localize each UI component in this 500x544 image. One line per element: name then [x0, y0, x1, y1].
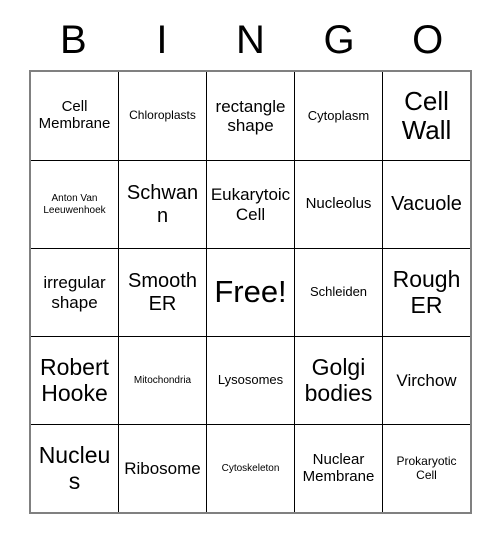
bingo-cell-label: Cytoskeleton	[221, 462, 280, 474]
bingo-cell-label: Smooth ER	[128, 270, 197, 315]
bingo-cell-i4[interactable]: Mitochondria	[118, 336, 206, 424]
bingo-cell-o3[interactable]: Rough ER	[382, 248, 470, 336]
bingo-cell-free-space[interactable]: Free!	[206, 248, 294, 336]
bingo-header-letter-o: O	[412, 17, 444, 62]
bingo-cell-b4[interactable]: Robert Hooke	[31, 336, 118, 424]
bingo-cell-label: Schwann	[126, 182, 199, 227]
bingo-cell-label: Lysosomes	[217, 372, 284, 388]
bingo-header-row: B I N G O	[29, 11, 472, 70]
bingo-cell-label: Cell Membrane	[38, 98, 111, 132]
bingo-cell-label: Mitochondria	[133, 374, 192, 386]
bingo-cell-label: Prokaryotic Cell	[396, 454, 457, 482]
bingo-cell-i1[interactable]: Chloroplasts	[118, 72, 206, 160]
bingo-cell-label: Cell Wall	[401, 85, 452, 145]
bingo-cell-b2[interactable]: Anton Van Leeuwenhoek	[31, 160, 118, 248]
bingo-cell-g3[interactable]: Schleiden	[294, 248, 382, 336]
bingo-cell-o4[interactable]: Virchow	[382, 336, 470, 424]
bingo-cell-label: Vacuole	[391, 193, 462, 216]
bingo-cell-label: Schleiden	[309, 284, 368, 300]
bingo-cell-i2[interactable]: Schwann	[118, 160, 206, 248]
bingo-cell-b1[interactable]: Cell Membrane	[31, 72, 118, 160]
bingo-cell-label: Virchow	[396, 370, 457, 390]
bingo-cell-o2[interactable]: Vacuole	[382, 160, 470, 248]
bingo-cell-n1[interactable]: rectangle shape	[206, 72, 294, 160]
bingo-cell-b3[interactable]: irregular shape	[31, 248, 118, 336]
bingo-row-4: Robert Hooke Mitochondria Lysosomes Golg…	[31, 336, 470, 424]
bingo-cell-g5[interactable]: Nuclear Membrane	[294, 424, 382, 512]
bingo-row-3: irregular shape Smooth ER Free! Schleide…	[31, 248, 470, 336]
bingo-cell-label: Golgi bodies	[304, 353, 373, 406]
bingo-cell-i5[interactable]: Ribosome	[118, 424, 206, 512]
bingo-cell-label: Nucleolus	[305, 195, 372, 213]
bingo-cell-g2[interactable]: Nucleolus	[294, 160, 382, 248]
bingo-cell-label: Chloroplasts	[129, 108, 196, 123]
bingo-free-space-label: Free!	[214, 274, 287, 310]
bingo-cell-label: irregular shape	[43, 273, 106, 312]
bingo-cell-label: Eukarytoic Cell	[210, 185, 291, 224]
bingo-cell-label: Cytoplasm	[307, 107, 370, 123]
bingo-cell-n5[interactable]: Cytoskeleton	[206, 424, 294, 512]
bingo-cell-label: rectangle shape	[215, 96, 286, 135]
bingo-header-letter-g: G	[323, 17, 355, 62]
bingo-header-letter-i: I	[156, 17, 168, 62]
bingo-cell-n4[interactable]: Lysosomes	[206, 336, 294, 424]
bingo-row-2: Anton Van Leeuwenhoek Schwann Eukarytoic…	[31, 160, 470, 248]
bingo-cell-label: Anton Van Leeuwenhoek	[43, 193, 106, 216]
bingo-header-letter-n: N	[236, 17, 265, 62]
bingo-grid: Cell Membrane Chloroplasts rectangle sha…	[29, 70, 472, 514]
bingo-cell-g4[interactable]: Golgi bodies	[294, 336, 382, 424]
bingo-header-letter-b: B	[59, 17, 87, 62]
bingo-card: B I N G O Cell Membrane Chloroplasts rec…	[29, 11, 472, 514]
bingo-cell-b5[interactable]: Nucleus	[31, 424, 118, 512]
bingo-cell-label: Nucleus	[38, 441, 111, 494]
bingo-row-1: Cell Membrane Chloroplasts rectangle sha…	[31, 72, 470, 160]
bingo-row-5: Nucleus Ribosome Cytoskeleton Nuclear Me…	[31, 424, 470, 512]
bingo-cell-label: Nuclear Membrane	[302, 450, 375, 485]
bingo-cell-o5[interactable]: Prokaryotic Cell	[382, 424, 470, 512]
bingo-cell-label: Ribosome	[124, 458, 201, 478]
bingo-cell-label: Robert Hooke	[39, 353, 110, 406]
bingo-cell-n2[interactable]: Eukarytoic Cell	[206, 160, 294, 248]
bingo-cell-o1[interactable]: Cell Wall	[382, 72, 470, 160]
bingo-cell-g1[interactable]: Cytoplasm	[294, 72, 382, 160]
bingo-cell-i3[interactable]: Smooth ER	[118, 248, 206, 336]
bingo-cell-label: Rough ER	[392, 265, 461, 318]
